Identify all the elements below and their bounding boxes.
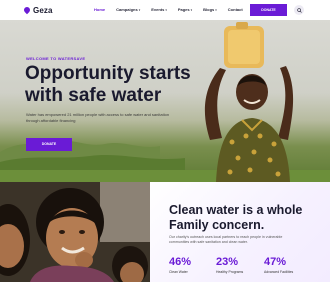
stat-advanced-facilities: 47% Advanced Facilities [264, 256, 293, 274]
family-concern-section: Clean water is a whole Family concern. O… [150, 182, 330, 282]
children-photo [0, 182, 150, 282]
search-icon [296, 7, 302, 13]
header-donate-button[interactable]: DONATE [250, 4, 287, 16]
hero-donate-button[interactable]: DONATE [26, 138, 72, 151]
section-description: Our charity's outreach uses local partne… [169, 235, 283, 245]
chevron-down-icon: ▾ [138, 8, 141, 12]
chevron-down-icon: ▾ [215, 8, 217, 12]
nav-item-home[interactable]: Home [94, 7, 105, 12]
stat-value: 47% [264, 256, 287, 268]
stat-label: Healthy Programs [216, 270, 244, 274]
hero-title: Opportunity starts with safe water [25, 63, 191, 106]
chevron-down-icon: ▾ [190, 8, 193, 12]
nav-item-events[interactable]: Events▾ [151, 7, 167, 12]
main-nav: Home Campaigns▾ Events▾ Pages▾ Blogs▾ Co… [94, 7, 254, 12]
hero-section: WELCOME TO WATERSAVE Opportunity starts … [0, 20, 330, 182]
nav-item-blogs[interactable]: Blogs▾ [203, 7, 217, 12]
stat-value: 23% [216, 256, 239, 268]
hero-description: Water has empowered 21 million people wi… [26, 112, 170, 123]
nav-item-campaigns[interactable]: Campaigns▾ [116, 7, 140, 12]
site-logo[interactable]: Geza [24, 5, 53, 16]
stat-label: Advanced Facilities [264, 270, 294, 274]
stat-value: 46% [169, 256, 192, 268]
search-button[interactable] [294, 5, 304, 15]
site-header: Geza Home Campaigns▾ Events▾ Pages▾ Blog… [0, 0, 330, 20]
section-title: Clean water is a whole Family concern. [169, 203, 303, 232]
hero-eyebrow: WELCOME TO WATERSAVE [26, 56, 86, 61]
stat-clean-water: 46% Clean Water [169, 256, 191, 274]
water-drop-icon [24, 6, 31, 15]
nav-item-contact[interactable]: Contact [228, 7, 243, 12]
stat-label: Clean Water [169, 270, 188, 274]
logo-text: Geza [33, 6, 53, 15]
nav-item-pages[interactable]: Pages▾ [178, 7, 192, 12]
smiling-children-illustration [0, 182, 150, 282]
chevron-down-icon: ▾ [165, 8, 167, 12]
stat-healthy-programs: 23% Healthy Programs [216, 256, 243, 274]
